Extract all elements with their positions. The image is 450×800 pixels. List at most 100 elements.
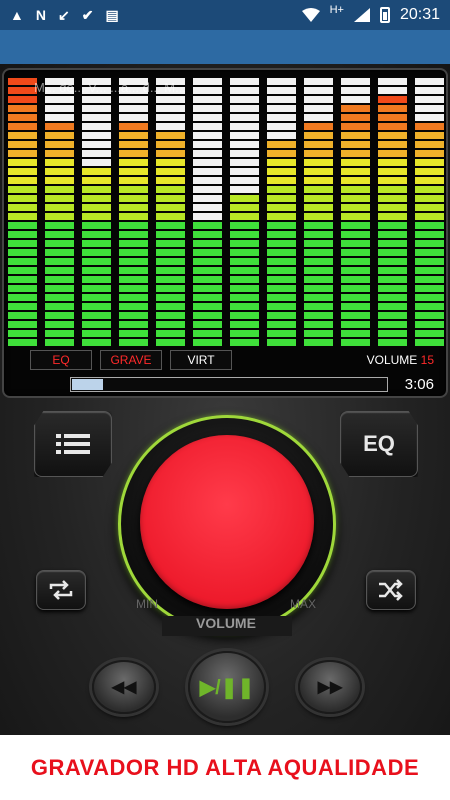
footer-text: GRAVADOR HD ALTA AQUALIDADE [30,754,420,780]
next-icon: ▶▶ [317,679,343,696]
spectrum-segment [119,222,148,229]
spectrum-segment [378,96,407,103]
spectrum-segment [341,222,370,229]
spectrum-segment [193,312,222,319]
spectrum-segment [304,231,333,238]
play-pause-button[interactable]: ▶/❚❚ [188,651,266,723]
spectrum-segment [45,204,74,211]
play-pause-icon: ▶/❚❚ [199,676,255,699]
volume-readout: VOLUME 15 [367,353,434,367]
spectrum-segment [45,285,74,292]
spectrum-segment [119,276,148,283]
spectrum-segment [378,213,407,220]
dial-volume-label: VOLUME [196,615,256,631]
spectrum-segment [82,249,111,256]
spectrum-segment [415,213,444,220]
spectrum-segment [45,141,74,148]
spectrum-segment [304,96,333,103]
spectrum-segment [156,240,185,247]
spectrum-segment [267,294,296,301]
spectrum-segment [45,312,74,319]
spectrum-segment [267,339,296,346]
spectrum-segment [193,321,222,328]
spectrum-segment [415,249,444,256]
spectrum-segment [156,249,185,256]
spectrum-segment [193,141,222,148]
spectrum-segment [45,294,74,301]
notification-icons: ▲ N ↙ ✔ ▤ [10,7,119,24]
spectrum-segment [341,159,370,166]
previous-button[interactable]: ◀◀ [92,660,156,714]
spectrum-analyzer [8,78,444,346]
virt-toggle[interactable]: VIRT [170,350,232,370]
spectrum-segment [230,123,259,130]
wifi-icon [301,8,320,22]
eq-toggle[interactable]: EQ [30,350,92,370]
spectrum-segment [304,213,333,220]
spectrum-segment [8,132,37,139]
spectrum-segment [82,204,111,211]
spectrum-segment [82,312,111,319]
next-button[interactable]: ▶▶ [298,660,362,714]
spectrum-segment [82,159,111,166]
equalizer-button[interactable]: EQ [340,411,418,477]
spectrum-segment [8,186,37,193]
spectrum-segment [45,330,74,337]
shuffle-button[interactable] [366,570,416,610]
spectrum-segment [45,177,74,184]
spectrum-segment [267,159,296,166]
spectrum-segment [415,267,444,274]
n-icon: N [35,7,46,23]
spectrum-segment [267,96,296,103]
grave-toggle[interactable]: GRAVE [100,350,162,370]
spectrum-segment [82,231,111,238]
playlist-button[interactable] [34,411,112,477]
spectrum-segment [119,204,148,211]
spectrum-segment [82,267,111,274]
spectrum-segment [304,267,333,274]
spectrum-segment [8,312,37,319]
spectrum-segment [230,321,259,328]
previous-icon: ◀◀ [111,679,137,696]
spectrum-segment [45,231,74,238]
spectrum-segment [156,177,185,184]
spectrum-segment [45,213,74,220]
spectrum-segment [82,150,111,157]
spectrum-segment [304,303,333,310]
volume-value: 15 [420,353,434,367]
spectrum-segment [341,285,370,292]
status-time: 20:31 [399,6,440,23]
spectrum-segment [119,114,148,121]
record-button[interactable] [140,435,314,609]
spectrum-segment [230,222,259,229]
spectrum-segment [304,330,333,337]
spectrum-segment [267,276,296,283]
spectrum-segment [193,186,222,193]
spectrum-segment [341,240,370,247]
spectrum-segment [119,105,148,112]
spectrum-segment [156,114,185,121]
news-icon: ▤ [105,6,119,23]
spectrum-segment [341,105,370,112]
volume-label: VOLUME [366,353,418,367]
seek-bar[interactable] [70,377,388,392]
spectrum-segment [156,195,185,202]
spectrum-segment [230,132,259,139]
spectrum-segment [119,123,148,130]
footer-banner: GRAVADOR HD ALTA AQUALIDADE [0,735,450,800]
spectrum-segment [193,330,222,337]
spectrum-segment [267,249,296,256]
spectrum-segment [193,258,222,265]
spectrum-segment [8,249,37,256]
spectrum-segment [45,123,74,130]
spectrum-segment [8,276,37,283]
spectrum-segment [119,159,148,166]
repeat-button[interactable] [36,570,86,610]
spectrum-segment [193,249,222,256]
spectrum-segment [82,339,111,346]
spectrum-segment [415,312,444,319]
spectrum-segment [193,96,222,103]
spectrum-segment [193,132,222,139]
spectrum-segment [156,258,185,265]
spectrum-segment [82,294,111,301]
